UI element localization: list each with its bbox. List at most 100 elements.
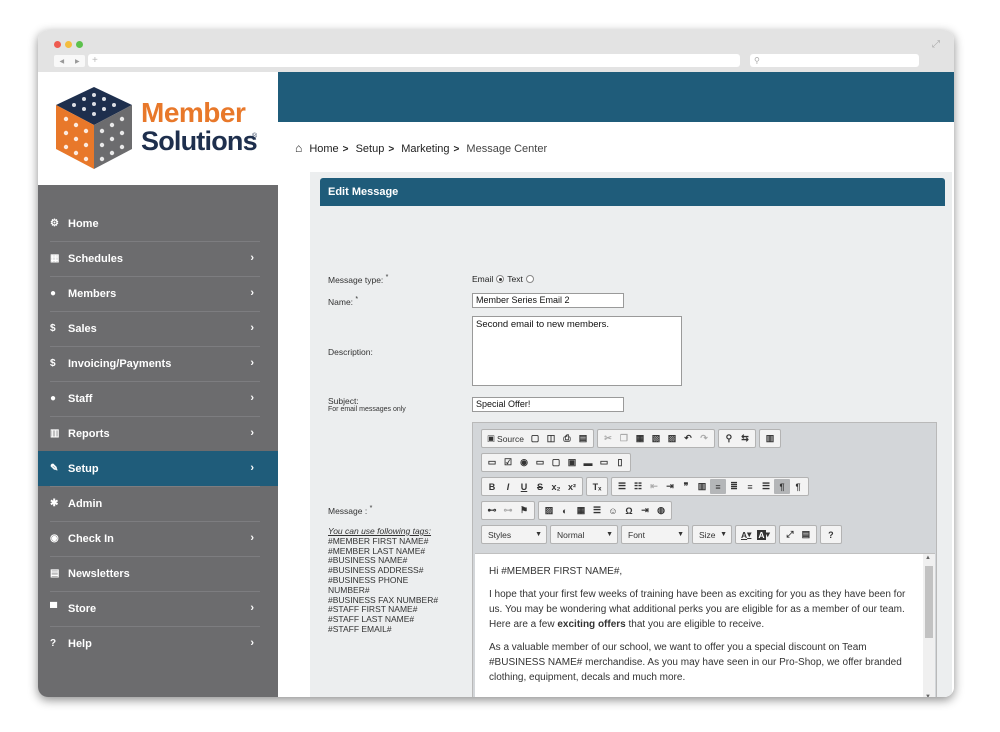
sidebar-item-check-in[interactable]: ◉ Check In › <box>38 521 278 556</box>
maximize-icon[interactable]: ⤢ <box>782 527 798 542</box>
redo-icon[interactable]: ↷ <box>696 431 712 446</box>
name-input[interactable]: Member Series Email 2 <box>472 293 624 308</box>
scroll-thumb[interactable] <box>925 566 933 638</box>
horizontal-rule-icon[interactable]: ☰ <box>589 503 605 518</box>
bulleted-list-icon[interactable]: ☷ <box>630 479 646 494</box>
sidebar-item-members[interactable]: ● Members › <box>38 276 278 311</box>
email-radio[interactable] <box>496 275 505 283</box>
replace-icon[interactable]: ⇆ <box>737 431 753 446</box>
preview-icon[interactable]: ◫ <box>543 431 559 446</box>
subject-input[interactable]: Special Offer! <box>472 397 624 412</box>
subscript-icon[interactable]: x₂ <box>548 479 564 494</box>
sidebar-item-newsletters[interactable]: ▤ Newsletters <box>38 556 278 591</box>
textfield-icon[interactable]: ▭ <box>532 455 548 470</box>
spellcheck-icon[interactable]: ▥ <box>762 431 778 446</box>
breadcrumb-setup[interactable]: Setup <box>356 143 385 155</box>
button-icon[interactable]: ▬ <box>580 455 596 470</box>
form-icon[interactable]: ▭ <box>484 455 500 470</box>
select-icon[interactable]: ▣ <box>564 455 580 470</box>
forward-icon[interactable]: ▶ <box>75 58 80 65</box>
sidebar-item-invoicing-payments[interactable]: $ Invoicing/Payments › <box>38 346 278 381</box>
sidebar-item-home[interactable]: ⚙ Home <box>38 206 278 241</box>
div-icon[interactable]: ▥ <box>694 479 710 494</box>
special-char-icon[interactable]: Ω <box>621 503 637 518</box>
source-button[interactable]: ▣ Source <box>484 431 527 446</box>
scroll-up-icon[interactable]: ▲ <box>925 555 931 561</box>
paste-icon[interactable]: ▦ <box>632 431 648 446</box>
anchor-icon[interactable]: ⚑ <box>516 503 532 518</box>
description-textarea[interactable]: Second email to new members. <box>472 316 682 386</box>
breadcrumb-marketing[interactable]: Marketing <box>401 143 449 155</box>
text-color-button[interactable]: A ▾ <box>738 527 754 542</box>
editor-scrollbar[interactable]: ▲ ▼ <box>923 554 935 697</box>
breadcrumb-home[interactable]: Home <box>309 143 338 155</box>
page-break-icon[interactable]: ⇥ <box>637 503 653 518</box>
align-left-icon[interactable]: ≡ <box>710 479 726 494</box>
smiley-icon[interactable]: ☺ <box>605 503 621 518</box>
strike-icon[interactable]: S <box>532 479 548 494</box>
sidebar-item-setup[interactable]: ✎ Setup › <box>38 451 278 486</box>
sidebar-item-reports[interactable]: ▥ Reports › <box>38 416 278 451</box>
flash-icon[interactable]: ◐ <box>557 503 573 518</box>
minimize-window-button[interactable] <box>65 41 72 48</box>
iframe-icon[interactable]: ◍ <box>653 503 669 518</box>
bg-color-button[interactable]: A ▾ <box>754 527 772 542</box>
textarea-icon[interactable]: ▢ <box>548 455 564 470</box>
format-dropdown[interactable]: Normal ▼ <box>550 525 618 544</box>
new-page-icon[interactable]: ▢ <box>527 431 543 446</box>
back-icon[interactable]: ◀ <box>59 58 64 65</box>
sidebar-item-sales[interactable]: $ Sales › <box>38 311 278 346</box>
undo-icon[interactable]: ↶ <box>680 431 696 446</box>
sidebar-item-admin[interactable]: ✱ Admin <box>38 486 278 521</box>
zoom-window-button[interactable] <box>76 41 83 48</box>
paste-text-icon[interactable]: ▧ <box>648 431 664 446</box>
styles-dropdown[interactable]: Styles ▼ <box>481 525 547 544</box>
editor-content-area[interactable]: Hi #MEMBER FIRST NAME#, I hope that your… <box>475 553 935 697</box>
sidebar-item-help[interactable]: ? Help › <box>38 626 278 661</box>
blockquote-icon[interactable]: ❞ <box>678 479 694 494</box>
ltr-icon[interactable]: ¶ <box>774 479 790 494</box>
cut-icon[interactable]: ✂ <box>600 431 616 446</box>
size-dropdown[interactable]: Size ▼ <box>692 525 732 544</box>
show-blocks-icon[interactable]: ▤ <box>798 527 814 542</box>
image-button-icon[interactable]: ▭ <box>596 455 612 470</box>
font-dropdown[interactable]: Font ▼ <box>621 525 689 544</box>
browser-search-bar[interactable]: ⚲ <box>750 54 919 67</box>
find-icon[interactable]: ⚲ <box>721 431 737 446</box>
close-window-button[interactable] <box>54 41 61 48</box>
logo[interactable]: Member Solutions ® <box>38 72 278 185</box>
justify-icon[interactable]: ☰ <box>758 479 774 494</box>
hidden-field-icon[interactable]: ▯ <box>612 455 628 470</box>
help-button[interactable]: ? <box>823 527 839 542</box>
history-nav[interactable]: ◀ ▶ <box>54 55 85 67</box>
numbered-list-icon[interactable]: ☰ <box>614 479 630 494</box>
sidebar-item-store[interactable]: ▀ Store › <box>38 591 278 626</box>
templates-icon[interactable]: ▤ <box>575 431 591 446</box>
image-icon[interactable]: ▨ <box>541 503 557 518</box>
remove-format-icon[interactable]: Tₓ <box>589 479 605 494</box>
sidebar-item-staff[interactable]: ● Staff › <box>38 381 278 416</box>
superscript-icon[interactable]: x² <box>564 479 580 494</box>
radio-icon[interactable]: ◉ <box>516 455 532 470</box>
copy-icon[interactable]: ❐ <box>616 431 632 446</box>
underline-icon[interactable]: U <box>516 479 532 494</box>
outdent-icon[interactable]: ⇤ <box>646 479 662 494</box>
home-icon[interactable]: ⌂ <box>295 141 302 155</box>
print-icon[interactable]: ⎙ <box>559 431 575 446</box>
table-icon[interactable]: ▦ <box>573 503 589 518</box>
fullscreen-icon[interactable]: ⤢ <box>932 39 940 50</box>
text-radio[interactable] <box>525 275 534 283</box>
indent-icon[interactable]: ⇥ <box>662 479 678 494</box>
bold-icon[interactable]: B <box>484 479 500 494</box>
editor-document[interactable]: Hi #MEMBER FIRST NAME#, I hope that your… <box>489 564 909 693</box>
checkbox-icon[interactable]: ☑ <box>500 455 516 470</box>
scroll-down-icon[interactable]: ▼ <box>925 694 931 697</box>
sidebar-item-schedules[interactable]: ▦ Schedules › <box>38 241 278 276</box>
unlink-icon[interactable]: ⊶ <box>500 503 516 518</box>
align-center-icon[interactable]: ≣ <box>726 479 742 494</box>
rtl-icon[interactable]: ¶ <box>790 479 806 494</box>
url-bar[interactable]: + <box>88 54 740 67</box>
align-right-icon[interactable]: ≡ <box>742 479 758 494</box>
link-icon[interactable]: ⊷ <box>484 503 500 518</box>
italic-icon[interactable]: I <box>500 479 516 494</box>
